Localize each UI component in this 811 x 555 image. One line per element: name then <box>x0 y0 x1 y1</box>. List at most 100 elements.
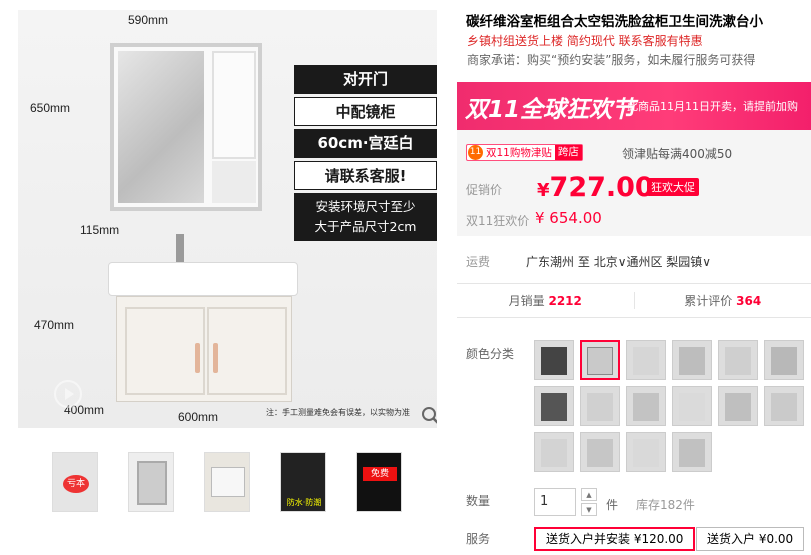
dim-cabinet-height: 470mm <box>34 318 75 332</box>
shipping-label: 运费 <box>466 255 491 269</box>
color-swatch[interactable] <box>534 386 574 426</box>
color-swatch[interactable] <box>672 432 712 472</box>
thumbnail-1[interactable]: 亏本 <box>52 452 98 512</box>
shipping-route: 广东潮州 至 北京∨通州区 梨园镇∨ <box>526 253 711 270</box>
ship-to-word: 至 <box>577 255 590 269</box>
color-swatch[interactable] <box>626 386 666 426</box>
cabinet-door <box>212 51 256 159</box>
quantity-decrease-button[interactable]: ▼ <box>581 503 597 516</box>
swatch-img <box>725 347 751 375</box>
color-swatch[interactable] <box>672 340 712 380</box>
color-swatch[interactable] <box>626 340 666 380</box>
swatch-img <box>541 439 567 467</box>
double11-banner[interactable]: 双11全球狂欢节 此商品11月11日开卖，请提前加购 <box>457 82 811 130</box>
total-reviews[interactable]: 累计评价 364 <box>633 292 811 309</box>
reviews-label: 累计评价 <box>684 294 733 308</box>
swatch-img <box>633 439 659 467</box>
vanity-door-right <box>207 307 287 395</box>
swatch-img <box>725 393 751 421</box>
currency-symbol: ¥ <box>537 180 550 201</box>
dim-width-top: 590mm <box>128 13 169 27</box>
color-swatch[interactable] <box>764 340 804 380</box>
swatch-img <box>587 347 613 375</box>
color-swatch[interactable] <box>626 432 666 472</box>
banner-tagline: 此商品11月11日开卖，请提前加购 <box>627 100 798 113</box>
color-swatch[interactable] <box>580 432 620 472</box>
mirror-cabinet <box>110 43 262 211</box>
mirror <box>118 51 204 203</box>
shopping-allowance-badge[interactable]: 11 双11购物津贴 跨店 <box>466 144 583 161</box>
thumb-product <box>137 461 167 505</box>
dim-depth-top: 115mm <box>80 223 120 237</box>
unit-label: 件 <box>606 498 619 512</box>
vanity-door-left <box>125 307 205 395</box>
swatch-img <box>541 347 567 375</box>
swatch-img <box>587 439 613 467</box>
main-product-image[interactable]: 590mm 650mm 115mm 470mm 400mm 600mm 对开门 … <box>18 10 437 428</box>
measurement-note: 注：手工测量难免会有误差，以实物为准 <box>266 408 410 417</box>
zoom-icon[interactable] <box>420 405 437 427</box>
promo-panel: 对开门 中配镜柜 60cm·宫廷白 请联系客服! 安装环境尺寸至少 大于产品尺寸… <box>294 65 437 241</box>
stock-count: 库存182件 <box>636 498 695 512</box>
ship-destination[interactable]: 北京∨通州区 梨园镇∨ <box>594 255 711 269</box>
promo-note-line-1: 安装环境尺寸至少 <box>315 199 416 214</box>
dim-width-bottom: 600mm <box>178 410 219 424</box>
thumbnail-2[interactable] <box>128 452 174 512</box>
swatch-img <box>541 393 567 421</box>
color-swatch[interactable] <box>672 386 712 426</box>
thumb-label: 亏本 <box>63 475 89 493</box>
handle <box>213 343 218 373</box>
open-shelf <box>212 161 256 203</box>
monthly-sales-value: 2212 <box>548 294 582 308</box>
ship-from: 广东潮州 <box>526 255 575 269</box>
sale-price-label: 促销价 <box>466 183 503 197</box>
service-delivery-install[interactable]: 送货入户并安装 ¥120.00 <box>534 527 696 551</box>
color-swatch[interactable] <box>534 340 574 380</box>
quantity-input[interactable]: 1 <box>534 488 576 516</box>
d11-price: ¥ 654.00 <box>535 209 602 227</box>
sale-price-value: 727.00 <box>549 172 654 203</box>
play-icon[interactable] <box>54 380 82 408</box>
color-swatch[interactable] <box>718 386 758 426</box>
thumbnail-4[interactable]: 防水·防潮 <box>280 452 326 512</box>
color-swatch[interactable] <box>534 432 574 472</box>
thumbnail-3[interactable] <box>204 452 250 512</box>
reviews-value: 364 <box>736 294 762 308</box>
swatch-img <box>771 393 797 421</box>
monthly-sales-label: 月销量 <box>508 294 545 308</box>
service-label: 服务 <box>466 532 491 546</box>
swatch-img <box>679 347 705 375</box>
promo-note-line-2: 大于产品尺寸2cm <box>314 219 417 234</box>
d11-price-label: 双11狂欢价 <box>466 214 530 228</box>
basin <box>108 262 298 296</box>
color-swatch[interactable] <box>718 340 758 380</box>
monthly-sales: 月销量 2212 <box>457 292 634 309</box>
badge-cross-store: 跨店 <box>554 145 582 160</box>
faucet <box>176 234 184 264</box>
product-subtitle: 乡镇村组送货上楼 简约现代 联系客服有特惠 <box>467 34 703 48</box>
merchant-promise: 商家承诺：购买“预约安装”服务，如未履行服务可获得 <box>467 53 756 67</box>
swatch-img <box>633 393 659 421</box>
product-title: 碳纤维浴室柜组合太空铝洗脸盆柜卫生间洗漱台小 <box>466 14 763 30</box>
promo-tag: 狂欢大促 <box>647 178 699 196</box>
swatch-img <box>679 439 705 467</box>
thumb-product <box>211 467 245 497</box>
swatch-img <box>679 393 705 421</box>
color-swatch[interactable] <box>580 386 620 426</box>
color-swatch[interactable] <box>764 386 804 426</box>
promo-line-4: 请联系客服! <box>294 161 437 190</box>
swatch-img <box>633 347 659 375</box>
color-swatch-selected[interactable] <box>580 340 620 380</box>
swatch-img <box>587 393 613 421</box>
sale-price: ¥727.00 <box>537 172 654 203</box>
price-panel: 11 双11购物津贴 跨店 领津贴每满400减50 促销价 ¥727.00 狂欢… <box>457 130 811 236</box>
thumbnail-5[interactable]: 免费 <box>356 452 402 512</box>
swatch-img <box>771 347 797 375</box>
sales-stats: 月销量 2212 累计评价 364 <box>457 283 811 318</box>
dim-mirror-height: 650mm <box>30 101 71 115</box>
quantity-increase-button[interactable]: ▲ <box>581 488 597 501</box>
service-delivery[interactable]: 送货入户 ¥0.00 <box>696 527 805 551</box>
promo-line-2: 中配镜柜 <box>294 97 437 126</box>
promo-note: 安装环境尺寸至少 大于产品尺寸2cm <box>294 193 437 241</box>
double11-icon: 11 <box>468 145 483 160</box>
